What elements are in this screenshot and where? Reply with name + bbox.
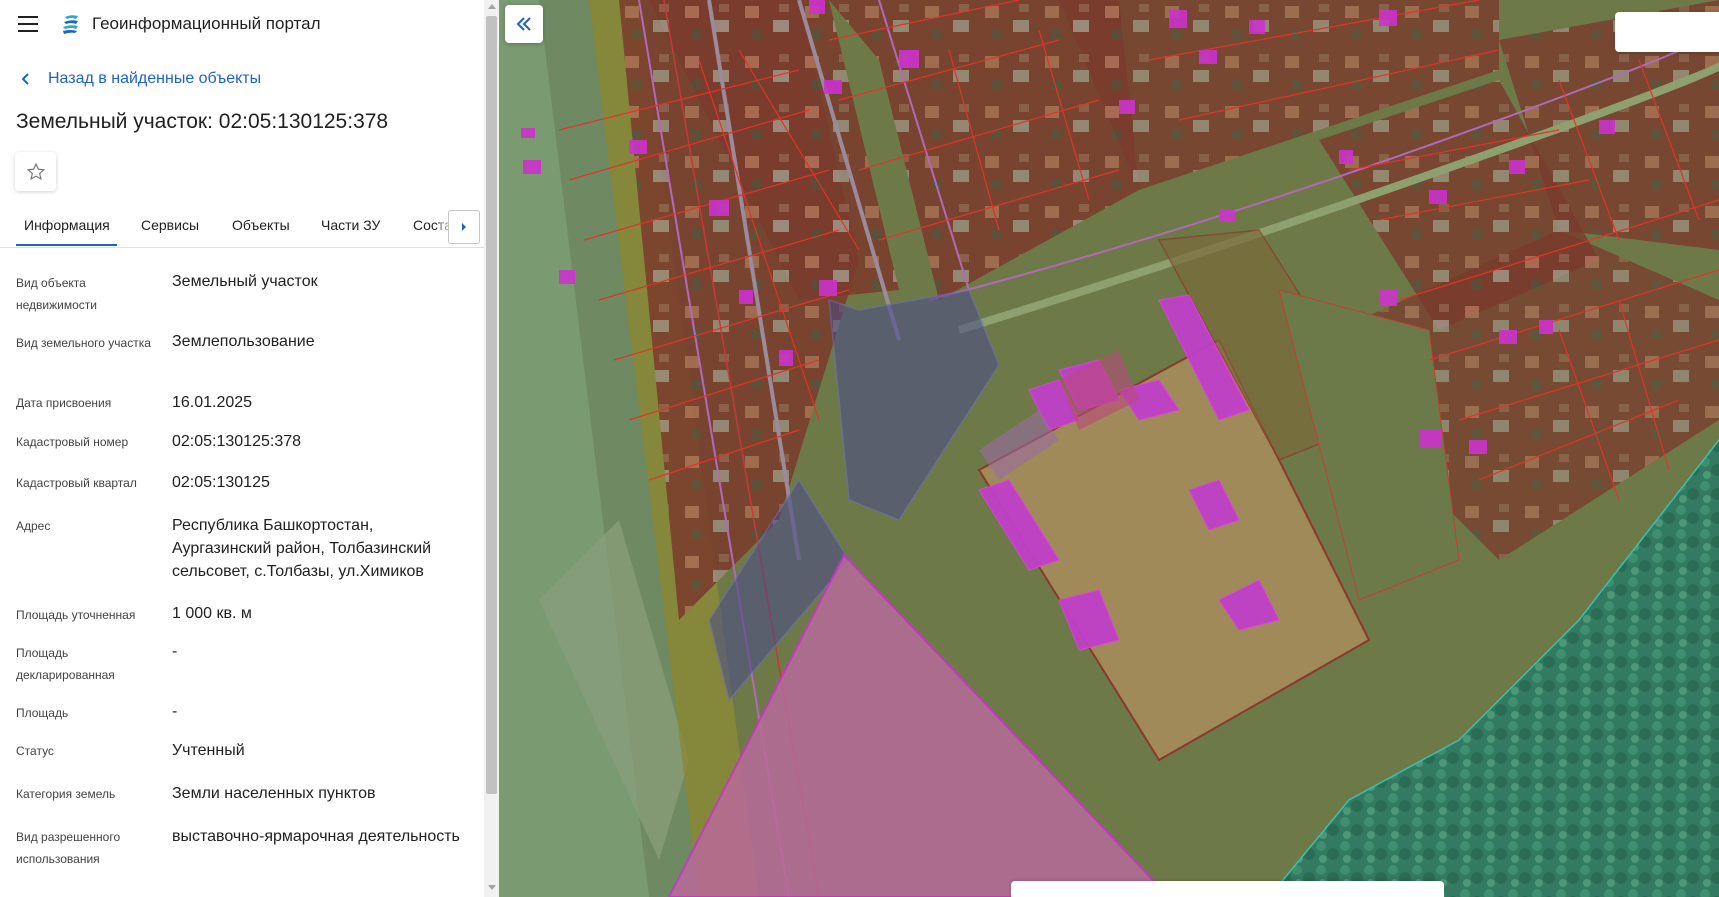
- active-tab-indicator: [16, 244, 117, 246]
- property-label: Кадастровый номер: [16, 435, 129, 449]
- tab-objects[interactable]: Объекты: [232, 217, 290, 233]
- favorite-button[interactable]: [15, 152, 56, 191]
- property-label: Площадь уточненная: [16, 608, 136, 622]
- property-label: Статус: [16, 744, 54, 758]
- chevron-right-icon: [462, 223, 466, 231]
- property-label: Вид объекта недвижимости: [16, 276, 97, 312]
- property-label: Категория земель: [16, 787, 116, 801]
- hamburger-icon[interactable]: [18, 16, 38, 32]
- map-bottom-card[interactable]: [1011, 881, 1444, 897]
- property-value: 16.01.2025: [172, 394, 253, 411]
- panel-scrollbar-thumb[interactable]: [486, 16, 497, 794]
- property-value: Земли населенных пунктов: [172, 785, 376, 802]
- property-value: Учтенный: [172, 742, 245, 759]
- property-value: 02:05:130125:378: [172, 433, 302, 450]
- app-title: Геоинформационный портал: [92, 14, 321, 33]
- star-outline-icon: [26, 162, 45, 180]
- tab-parts[interactable]: Части ЗУ: [321, 217, 380, 233]
- tab-bar: Информация Сервисы Объекты Части ЗУ Сост…: [0, 205, 484, 248]
- double-chevron-left-icon: [516, 17, 531, 31]
- map-search-box[interactable]: [1615, 12, 1719, 52]
- map-view[interactable]: [499, 0, 1719, 897]
- scroll-up-arrow[interactable]: [488, 4, 496, 9]
- property-label: Площадь: [16, 706, 69, 720]
- scroll-down-arrow[interactable]: [488, 885, 496, 890]
- property-value: выставочно-ярмарочная деятельность: [172, 828, 460, 845]
- property-label: Вид разрешенного использования: [16, 830, 121, 866]
- chevron-left-icon: [21, 73, 29, 85]
- back-link-label: Назад в найденные объекты: [48, 70, 262, 87]
- property-value: Республика Башкортостан, Аургазинский ра…: [172, 517, 432, 580]
- page-title: Земельный участок: 02:05:130125:378: [16, 110, 389, 133]
- property-label: Адрес: [16, 519, 51, 533]
- property-value: 02:05:130125: [172, 474, 270, 491]
- portal-logo-icon: [63, 15, 78, 34]
- back-link[interactable]: Назад в найденные объекты: [20, 70, 261, 88]
- property-value: -: [172, 643, 178, 660]
- tab-info[interactable]: Информация: [24, 217, 110, 233]
- property-value: 1 000 кв. м: [172, 605, 252, 622]
- property-label: Площадь декларированная: [16, 646, 115, 682]
- collapse-panel-button[interactable]: [505, 5, 543, 43]
- property-value: -: [172, 703, 178, 720]
- property-value: Землепользование: [172, 333, 315, 350]
- map-canvas[interactable]: [499, 0, 1719, 897]
- property-value: Земельный участок: [172, 273, 318, 290]
- tabs-scroll-right-button[interactable]: [448, 210, 480, 244]
- info-panel: Геоинформационный портал Назад в найденн…: [0, 0, 484, 897]
- property-label: Вид земельного участка: [16, 336, 151, 350]
- property-label: Кадастровый квартал: [16, 476, 137, 490]
- tab-services[interactable]: Сервисы: [141, 217, 199, 233]
- property-label: Дата присвоения: [16, 396, 112, 410]
